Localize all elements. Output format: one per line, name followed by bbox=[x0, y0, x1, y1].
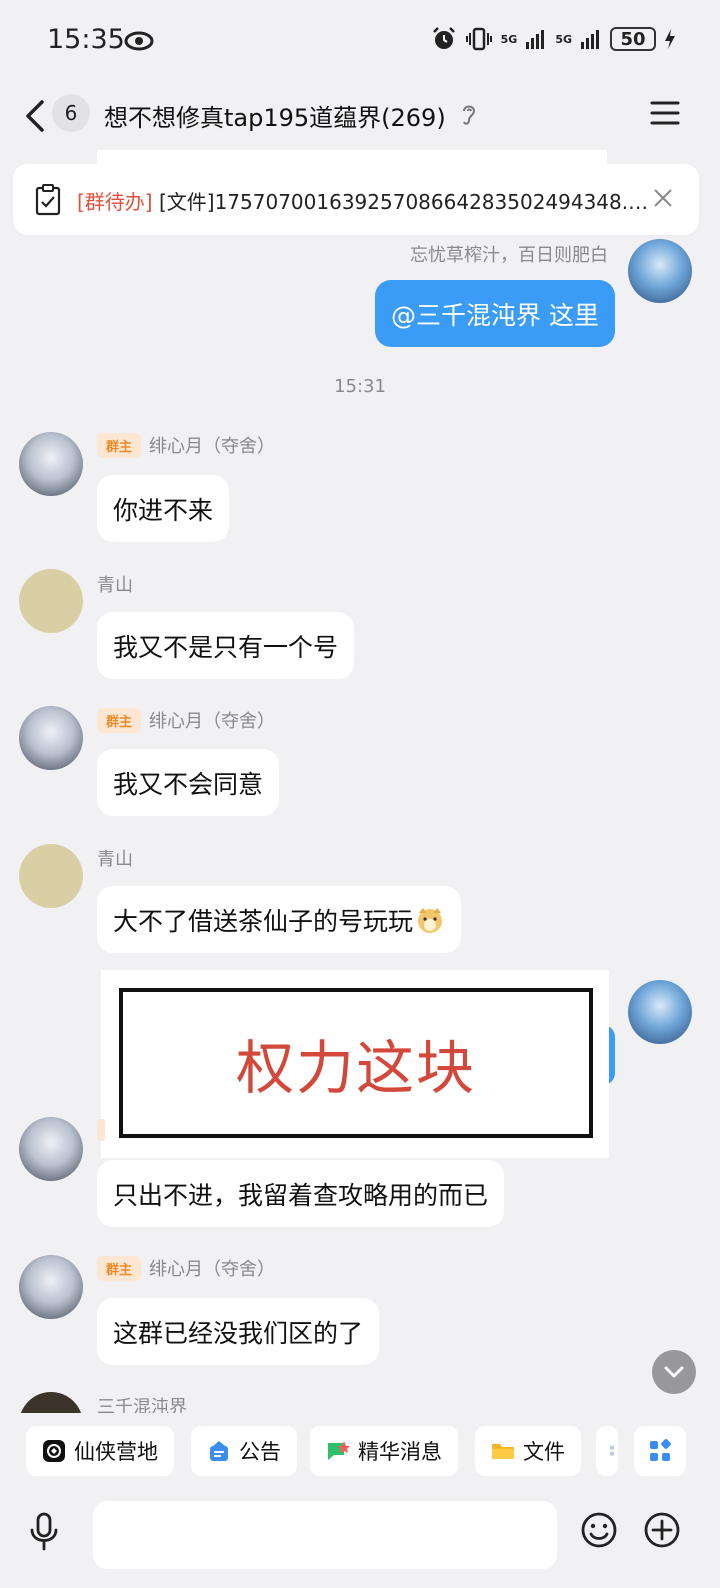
sender-name: 绯心月（夺舍） bbox=[149, 436, 276, 457]
avatar[interactable] bbox=[19, 432, 83, 496]
time-separator: 15:31 bbox=[334, 376, 386, 397]
network-label: 5G bbox=[500, 32, 518, 46]
quick-label: 文件 bbox=[523, 1440, 565, 1464]
pinned-todo[interactable]: [群待办] [文件]175707001639257086642835024943… bbox=[13, 164, 699, 235]
message-input[interactable] bbox=[93, 1501, 557, 1569]
ear-icon bbox=[463, 105, 476, 125]
input-bar bbox=[0, 1489, 720, 1588]
quick-announcement[interactable]: 公告 bbox=[191, 1426, 297, 1476]
avatar[interactable] bbox=[19, 1117, 83, 1181]
sender-line: 群主 绯心月（夺舍） bbox=[97, 432, 275, 458]
message-bubble-self[interactable]: @三千混沌界 这里 bbox=[375, 280, 615, 347]
back-icon[interactable] bbox=[22, 96, 50, 136]
owner-tag: 群主 bbox=[97, 432, 142, 458]
sender-name: 绯心月（夺舍） bbox=[149, 1259, 276, 1280]
status-time: 15:35 bbox=[47, 24, 125, 55]
clipboard-check-icon bbox=[35, 184, 61, 216]
quick-more-partial[interactable] bbox=[596, 1426, 618, 1476]
battery-icon: 50 bbox=[610, 27, 656, 51]
quick-label: 公告 bbox=[239, 1440, 281, 1464]
sender-name: 青山 bbox=[97, 575, 133, 596]
battery-level: 50 bbox=[620, 28, 646, 50]
status-icons: 5G 5G 50 bbox=[431, 26, 676, 52]
sender-line: 三千混沌界 bbox=[97, 1393, 187, 1413]
message-list[interactable]: 忘忧草榨汁，百日则肥白 @三千混沌界 这里 15:31 群主 绯心月（夺舍） 你… bbox=[0, 235, 720, 1413]
folder-icon bbox=[492, 1444, 514, 1459]
image-message[interactable]: 权力这块 bbox=[101, 970, 609, 1158]
essence-icon bbox=[328, 1441, 350, 1460]
quick-essence[interactable]: 精华消息 bbox=[310, 1426, 458, 1476]
avatar[interactable] bbox=[19, 569, 83, 633]
todo-text: [群待办] [文件]175707001639257086642835024943… bbox=[77, 186, 649, 215]
announcement-icon bbox=[210, 1441, 228, 1461]
message-bubble[interactable]: 这群已经没我们区的了 bbox=[97, 1298, 380, 1365]
eye-icon bbox=[124, 31, 154, 51]
signal-icon bbox=[526, 30, 545, 49]
sender-name: 绯心月（夺舍） bbox=[149, 711, 276, 732]
unread-badge[interactable]: 6 bbox=[52, 94, 90, 132]
todo-tag: [群待办] bbox=[77, 190, 153, 214]
sender-line: 青山 bbox=[97, 571, 133, 597]
owner-tag: 群主 bbox=[97, 1255, 142, 1281]
avatar[interactable] bbox=[628, 980, 692, 1044]
vibrate-icon bbox=[465, 27, 492, 51]
image-caption: 权力这块 bbox=[235, 1034, 476, 1102]
avatar[interactable] bbox=[19, 1392, 83, 1413]
alarm-icon bbox=[432, 27, 455, 49]
sender-line: 群主 绯心月（夺舍） bbox=[97, 707, 275, 733]
scroll-down-button[interactable] bbox=[652, 1350, 696, 1394]
apps-button[interactable] bbox=[634, 1426, 686, 1476]
sender-name: 忘忧草榨汁，百日则肥白 bbox=[410, 245, 608, 266]
camp-icon bbox=[43, 1440, 65, 1462]
sender-name: 青山 bbox=[97, 849, 133, 870]
message-text: 大不了借送茶仙子的号玩玩 bbox=[113, 906, 414, 936]
signal-icon-2 bbox=[581, 30, 599, 49]
apps-grid-icon bbox=[650, 1439, 671, 1461]
plus-icon[interactable] bbox=[643, 1511, 681, 1549]
quick-xianxia-camp[interactable]: 仙侠营地 bbox=[26, 1426, 174, 1476]
avatar[interactable] bbox=[628, 239, 692, 303]
quick-action-bar: 仙侠营地 公告 精华消息 文件 bbox=[0, 1413, 720, 1489]
image-frame: 权力这块 bbox=[119, 988, 593, 1138]
sender-line: 青山 bbox=[97, 845, 133, 871]
emoji-icon[interactable] bbox=[580, 1511, 618, 1549]
status-bar: 15:35 5G 5G 50 bbox=[0, 0, 720, 80]
owner-tag: 群主 bbox=[97, 707, 142, 733]
todo-content: [文件]17570700163925708664283502494348.pdf bbox=[158, 190, 649, 214]
chevron-down-icon bbox=[664, 1366, 684, 1378]
message-bubble[interactable]: 你进不来 bbox=[97, 475, 230, 542]
avatar[interactable] bbox=[19, 844, 83, 908]
group-title[interactable]: 想不想修真tap195道蕴界(269) bbox=[104, 98, 446, 133]
chat-header: 6 想不想修真tap195道蕴界(269) bbox=[0, 80, 720, 152]
sender-line: 群主 绯心月（夺舍） bbox=[97, 1255, 275, 1281]
menu-icon[interactable] bbox=[650, 100, 680, 126]
avatar[interactable] bbox=[19, 706, 83, 770]
microphone-icon[interactable] bbox=[28, 1511, 60, 1551]
close-icon[interactable] bbox=[653, 188, 673, 208]
avatar[interactable] bbox=[19, 1255, 83, 1319]
charging-icon bbox=[665, 29, 675, 49]
owner-tag-partial bbox=[97, 1119, 105, 1141]
sender-name: 三千混沌界 bbox=[97, 1397, 187, 1413]
dog-emoji-icon bbox=[418, 907, 443, 933]
message-bubble[interactable]: 只出不进，我留着查攻略用的而已 bbox=[97, 1160, 505, 1227]
network-label-2: 5G bbox=[555, 32, 572, 46]
quick-label: 仙侠营地 bbox=[74, 1440, 158, 1464]
quick-label: 精华消息 bbox=[358, 1440, 442, 1464]
message-bubble[interactable]: 大不了借送茶仙子的号玩玩 bbox=[97, 886, 462, 953]
quick-files[interactable]: 文件 bbox=[475, 1426, 581, 1476]
grid-partial-icon bbox=[610, 1445, 614, 1456]
message-bubble[interactable]: 我又不是只有一个号 bbox=[97, 612, 355, 679]
message-bubble[interactable]: 我又不会同意 bbox=[97, 749, 280, 816]
